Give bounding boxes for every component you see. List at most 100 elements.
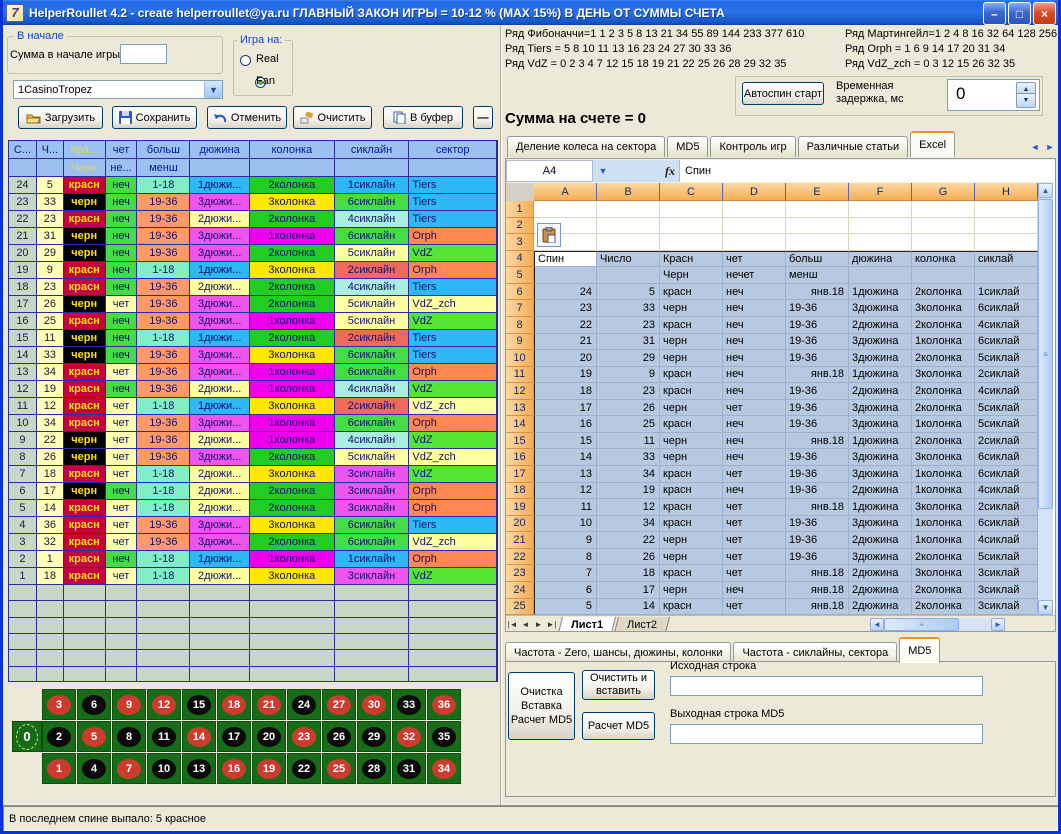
- roulette-cell-6[interactable]: 6: [77, 689, 111, 720]
- excel-cell[interactable]: 18: [597, 565, 660, 582]
- excel-cell[interactable]: неч: [723, 284, 786, 301]
- excel-cell[interactable]: чет: [723, 532, 786, 549]
- excel-cell[interactable]: янв.18: [786, 284, 849, 301]
- roulette-cell-24[interactable]: 24: [287, 689, 321, 720]
- excel-cell[interactable]: янв.18: [786, 499, 849, 516]
- excel-cell[interactable]: менш: [786, 267, 849, 284]
- excel-cell[interactable]: сиклай: [975, 251, 1038, 268]
- excel-cell[interactable]: 6сиклай: [975, 449, 1038, 466]
- excel-cell[interactable]: 2колонка: [912, 350, 975, 367]
- sheet-prev-icon[interactable]: ◄: [519, 620, 532, 629]
- excel-cell[interactable]: 1колонка: [912, 532, 975, 549]
- excel-cell[interactable]: 3колонка: [912, 449, 975, 466]
- excel-cell[interactable]: красн: [660, 565, 723, 582]
- roulette-cell-10[interactable]: 10: [147, 753, 181, 784]
- excel-cell[interactable]: 22: [534, 317, 597, 334]
- excel-row-header-21[interactable]: 21: [506, 532, 534, 549]
- excel-cell[interactable]: 10: [534, 516, 597, 533]
- excel-cell[interactable]: [975, 201, 1038, 218]
- excel-cell[interactable]: красн: [660, 483, 723, 500]
- excel-cell[interactable]: 3дюжина: [849, 300, 912, 317]
- hscroll-thumb[interactable]: ≡: [884, 618, 959, 631]
- excel-row-header-1[interactable]: 1: [506, 201, 534, 218]
- tab-scroll-right-icon[interactable]: ►: [1043, 139, 1057, 155]
- excel-cell[interactable]: 19: [597, 483, 660, 500]
- roulette-cell-8[interactable]: 8: [112, 721, 146, 752]
- excel-cell[interactable]: 23: [597, 317, 660, 334]
- excel-cell[interactable]: 6сиклай: [975, 516, 1038, 533]
- excel-cell[interactable]: [534, 267, 597, 284]
- excel-cell[interactable]: [723, 201, 786, 218]
- excel-cell[interactable]: 4сиклай: [975, 532, 1038, 549]
- excel-cell[interactable]: 3колонка: [912, 300, 975, 317]
- excel-cell[interactable]: 1дюжина: [849, 367, 912, 384]
- excel-cell[interactable]: 12: [597, 499, 660, 516]
- excel-row-header-16[interactable]: 16: [506, 449, 534, 466]
- excel-row-header-22[interactable]: 22: [506, 549, 534, 566]
- excel-cell[interactable]: неч: [723, 317, 786, 334]
- roulette-cell-16[interactable]: 16: [217, 753, 251, 784]
- excel-vertical-scrollbar[interactable]: ▲ ≡ ▼: [1038, 183, 1054, 615]
- excel-row-header-15[interactable]: 15: [506, 433, 534, 450]
- excel-cell[interactable]: [723, 218, 786, 235]
- excel-cell[interactable]: [912, 201, 975, 218]
- excel-cell[interactable]: 2дюжина: [849, 317, 912, 334]
- excel-cell[interactable]: [597, 201, 660, 218]
- roulette-cell-27[interactable]: 27: [322, 689, 356, 720]
- excel-cell[interactable]: чет: [723, 400, 786, 417]
- excel-row-header-11[interactable]: 11: [506, 367, 534, 384]
- excel-cell[interactable]: 3сиклай: [975, 565, 1038, 582]
- roulette-cell-30[interactable]: 30: [357, 689, 391, 720]
- excel-cell[interactable]: [534, 201, 597, 218]
- excel-cell[interactable]: 19-36: [786, 516, 849, 533]
- excel-cell[interactable]: 2дюжина: [849, 582, 912, 599]
- roulette-cell-9[interactable]: 9: [112, 689, 146, 720]
- undo-button[interactable]: Отменить: [207, 106, 287, 129]
- excel-cell[interactable]: черн: [660, 300, 723, 317]
- excel-cell[interactable]: 5: [534, 599, 597, 616]
- excel-cell[interactable]: неч: [723, 334, 786, 351]
- excel-cell[interactable]: неч: [723, 383, 786, 400]
- excel-cell[interactable]: красн: [660, 416, 723, 433]
- excel-cell[interactable]: 11: [534, 499, 597, 516]
- roulette-cell-35[interactable]: 35: [427, 721, 461, 752]
- roulette-cell-12[interactable]: 12: [147, 689, 181, 720]
- excel-cell[interactable]: красн: [660, 367, 723, 384]
- cell-name-box[interactable]: A4: [506, 160, 593, 182]
- excel-cell[interactable]: неч: [723, 449, 786, 466]
- excel-row-header-25[interactable]: 25: [506, 599, 534, 616]
- excel-cell[interactable]: янв.18: [786, 599, 849, 616]
- excel-cell[interactable]: 6сиклай: [975, 334, 1038, 351]
- excel-cell[interactable]: 14: [597, 599, 660, 616]
- excel-cell[interactable]: 4сиклай: [975, 483, 1038, 500]
- excel-cell[interactable]: 3колонка: [912, 367, 975, 384]
- excel-cell[interactable]: 7: [534, 565, 597, 582]
- excel-col-header-E[interactable]: E: [786, 183, 849, 201]
- excel-cell[interactable]: чет: [723, 466, 786, 483]
- excel-cell[interactable]: неч: [723, 367, 786, 384]
- excel-cell[interactable]: 1колонка: [912, 334, 975, 351]
- excel-row-header-5[interactable]: 5: [506, 267, 534, 284]
- excel-cell[interactable]: 33: [597, 300, 660, 317]
- roulette-cell-1[interactable]: 1: [42, 753, 76, 784]
- formula-input[interactable]: Спин: [679, 160, 1055, 182]
- excel-cell[interactable]: [660, 234, 723, 251]
- excel-cell[interactable]: черн: [660, 433, 723, 450]
- excel-cell[interactable]: неч: [723, 300, 786, 317]
- autospin-start-button[interactable]: Автоспин старт: [742, 82, 824, 105]
- excel-cell[interactable]: красн: [660, 499, 723, 516]
- md5-output-input[interactable]: [670, 724, 983, 744]
- excel-cell[interactable]: 3дюжина: [849, 350, 912, 367]
- excel-cell[interactable]: 3дюжина: [849, 400, 912, 417]
- excel-cell[interactable]: 6сиклай: [975, 466, 1038, 483]
- excel-cell[interactable]: 19-36: [786, 350, 849, 367]
- excel-cell[interactable]: неч: [723, 433, 786, 450]
- excel-cell[interactable]: неч: [723, 483, 786, 500]
- excel-cell[interactable]: [849, 234, 912, 251]
- excel-cell[interactable]: 2дюжина: [849, 599, 912, 616]
- roulette-cell-17[interactable]: 17: [217, 721, 251, 752]
- excel-cell[interactable]: 2дюжина: [849, 565, 912, 582]
- excel-cell[interactable]: 3сиклай: [975, 599, 1038, 616]
- clear-button[interactable]: Очистить: [293, 106, 372, 129]
- save-button[interactable]: Сохранить: [112, 106, 197, 129]
